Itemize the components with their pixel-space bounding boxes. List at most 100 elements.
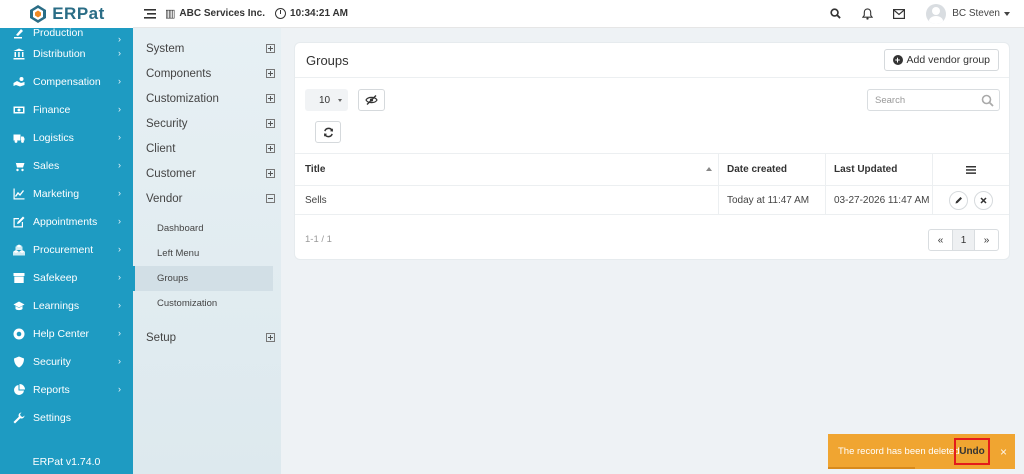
company-name: ABC Services Inc.: [179, 8, 266, 19]
building-icon: ▥: [165, 8, 176, 20]
groups-table: Title Date created Last Updated Sells To…: [295, 153, 1009, 215]
table-row: Sells Today at 11:47 AM 03-27-2026 11:47…: [295, 185, 1009, 215]
expand-icon[interactable]: [266, 44, 275, 53]
sidebar-item-settings[interactable]: Settings: [0, 404, 133, 432]
subnav-client[interactable]: Client: [133, 136, 281, 161]
expand-icon[interactable]: [266, 119, 275, 128]
sidebar-item-distribution[interactable]: Distribution ›: [0, 40, 133, 68]
pagination-next[interactable]: »: [975, 230, 998, 250]
cart-icon: [12, 160, 25, 173]
expand-icon[interactable]: [266, 69, 275, 78]
column-actions[interactable]: [932, 154, 1009, 185]
pie-chart-icon: [12, 384, 25, 397]
chevron-down-icon: [338, 98, 343, 102]
refresh-icon: [323, 127, 333, 137]
refresh-button[interactable]: [315, 121, 341, 143]
clock-time: 10:34:21 AM: [290, 8, 349, 19]
sidebar-item-security[interactable]: Security ›: [0, 348, 133, 376]
subnav-components[interactable]: Components: [133, 61, 281, 86]
subnav-vendor-left-menu[interactable]: Left Menu: [133, 241, 281, 266]
sidebar-item-help-center[interactable]: Help Center ›: [0, 320, 133, 348]
cubes-icon: [12, 244, 25, 257]
expand-icon[interactable]: [266, 169, 275, 178]
row-date-created: Today at 11:47 AM: [718, 186, 825, 214]
close-icon[interactable]: ×: [1000, 445, 1007, 459]
page-title: Groups: [306, 53, 349, 68]
pagination: « 1 »: [928, 229, 999, 251]
hand-money-icon: [12, 76, 25, 89]
subnav-vendor-dashboard[interactable]: Dashboard: [133, 216, 281, 241]
expand-icon[interactable]: [266, 333, 275, 342]
subnav-system[interactable]: System: [133, 36, 281, 61]
sidebar-item-marketing[interactable]: Marketing ›: [0, 180, 133, 208]
bank-icon: [12, 48, 25, 61]
pagination-info: 1-1 / 1: [305, 234, 332, 245]
search-input[interactable]: Search: [867, 89, 1000, 111]
chart-line-icon: [12, 188, 25, 201]
sidebar-item-appointments[interactable]: Appointments ›: [0, 208, 133, 236]
edit-row-button[interactable]: [949, 190, 968, 210]
wrench-icon: [12, 412, 25, 425]
page-size-select[interactable]: 10: [305, 89, 348, 111]
settings-subnav: System Components Customization Security…: [133, 28, 281, 474]
money-icon: [12, 104, 25, 117]
logo[interactable]: ERPat: [0, 0, 133, 28]
subnav-vendor-groups[interactable]: Groups: [133, 266, 273, 291]
sidebar-item-safekeep[interactable]: Safekeep ›: [0, 264, 133, 292]
column-visibility-button[interactable]: [358, 89, 385, 111]
undo-button[interactable]: Undo: [954, 438, 990, 465]
groups-card: Groups + Add vendor group 10 Search Titl…: [294, 42, 1010, 260]
pagination-page[interactable]: 1: [952, 230, 975, 250]
chevron-right-icon: ›: [118, 328, 121, 338]
expand-icon[interactable]: [266, 144, 275, 153]
sidebar-item-compensation[interactable]: Compensation ›: [0, 68, 133, 96]
collapse-icon[interactable]: [266, 194, 275, 203]
divider: [295, 77, 1009, 78]
sidebar-item-sales[interactable]: Sales ›: [0, 152, 133, 180]
delete-row-button[interactable]: [974, 190, 993, 210]
bell-icon[interactable]: [854, 4, 880, 24]
row-title: Sells: [305, 194, 327, 206]
subnav-customer[interactable]: Customer: [133, 161, 281, 186]
plus-circle-icon: +: [892, 55, 903, 65]
top-bar: ERPat ▥ ABC Services Inc. 10:34:21 AM BC…: [0, 0, 1024, 28]
menu-toggle-icon[interactable]: [143, 8, 157, 20]
toast-notification: The record has been deleted Undo ×: [828, 434, 1015, 469]
expand-icon[interactable]: [266, 94, 275, 103]
column-date-created[interactable]: Date created: [718, 154, 825, 185]
clock-icon: [275, 8, 287, 19]
mail-icon[interactable]: [886, 4, 912, 24]
subnav-setup[interactable]: Setup: [133, 325, 281, 350]
pagination-prev[interactable]: «: [929, 230, 952, 250]
avatar[interactable]: [926, 3, 947, 24]
chevron-right-icon: ›: [118, 216, 121, 226]
search-icon[interactable]: [822, 4, 848, 24]
chevron-right-icon: ›: [118, 384, 121, 394]
sort-asc-icon: [706, 167, 712, 171]
sidebar-item-logistics[interactable]: Logistics ›: [0, 124, 133, 152]
sidebar-item-production[interactable]: Production ›: [0, 26, 133, 44]
column-last-updated[interactable]: Last Updated: [825, 154, 932, 185]
subnav-security[interactable]: Security: [133, 111, 281, 136]
app-version: ERPat v1.74.0: [32, 456, 101, 468]
chevron-right-icon: ›: [118, 272, 121, 282]
sidebar-item-reports[interactable]: Reports ›: [0, 376, 133, 404]
subnav-vendor-customization[interactable]: Customization: [133, 291, 281, 316]
sidebar-item-finance[interactable]: Finance ›: [0, 96, 133, 124]
logo-mark-icon: [28, 4, 48, 24]
company-selector[interactable]: ▥ ABC Services Inc.: [165, 7, 265, 20]
chevron-down-icon[interactable]: [1004, 11, 1010, 16]
truck-icon: [12, 132, 25, 145]
subnav-vendor[interactable]: Vendor: [133, 186, 281, 211]
sidebar-item-procurement[interactable]: Procurement ›: [0, 236, 133, 264]
shield-icon: [12, 356, 25, 369]
subnav-customization[interactable]: Customization: [133, 86, 281, 111]
sidebar-item-learnings[interactable]: Learnings ›: [0, 292, 133, 320]
eye-slash-icon: [365, 95, 378, 105]
edit-icon: [12, 216, 25, 229]
toast-message: The record has been deleted: [838, 446, 960, 457]
user-name[interactable]: BC Steven: [952, 8, 1000, 19]
add-vendor-group-button[interactable]: + Add vendor group: [883, 49, 999, 71]
column-title[interactable]: Title: [295, 154, 718, 185]
graduation-cap-icon: [12, 300, 25, 313]
